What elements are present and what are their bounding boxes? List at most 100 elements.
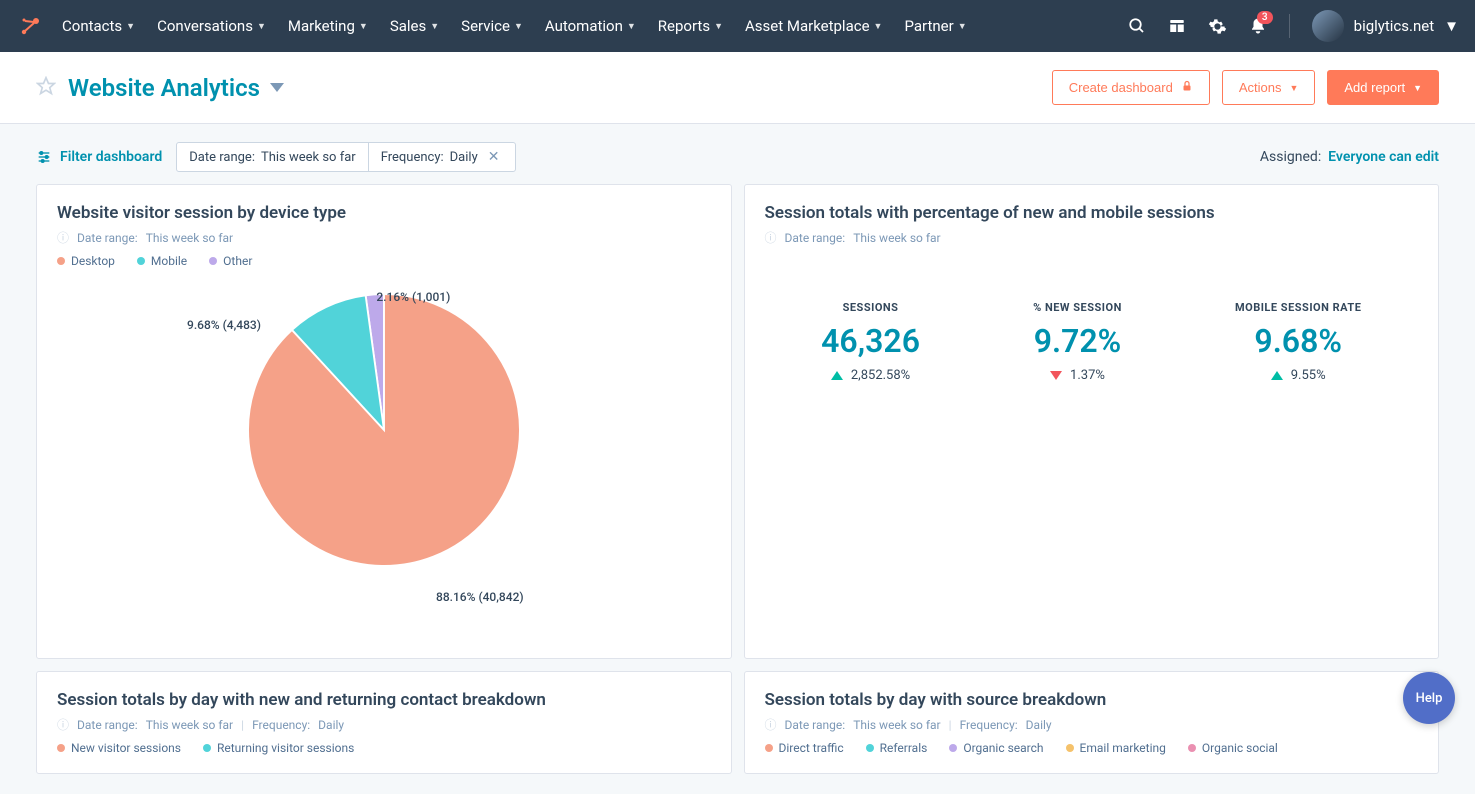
chevron-down-icon bbox=[270, 83, 284, 92]
chip-label: Date range: bbox=[189, 150, 255, 165]
legend-label: Mobile bbox=[151, 254, 187, 268]
dashboard-grid: Website visitor session by device type ⓘ… bbox=[0, 184, 1475, 794]
search-icon[interactable] bbox=[1128, 17, 1146, 35]
chevron-down-icon: ▼ bbox=[1444, 17, 1459, 35]
chevron-down-icon: ▼ bbox=[714, 21, 723, 32]
card-device-type: Website visitor session by device type ⓘ… bbox=[36, 184, 732, 659]
assigned: Assigned: Everyone can edit bbox=[1260, 149, 1439, 165]
separator: | bbox=[241, 718, 244, 732]
dashboard-selector[interactable]: Website Analytics bbox=[68, 74, 284, 102]
legend-item: New visitor sessions bbox=[57, 741, 181, 755]
legend-item: Referrals bbox=[866, 741, 928, 755]
card-meta: ⓘ Date range: This week so far bbox=[765, 229, 1419, 246]
nav-conversations[interactable]: Conversations▼ bbox=[157, 17, 266, 35]
kpi-new-session: % NEW SESSION 9.72% 1.37% bbox=[1033, 301, 1122, 383]
delta-value: 9.55% bbox=[1291, 368, 1326, 383]
legend: Desktop Mobile Other bbox=[57, 254, 711, 268]
actions-button[interactable]: Actions ▼ bbox=[1222, 70, 1316, 105]
meta-value: Daily bbox=[1026, 718, 1052, 732]
nav-marketing[interactable]: Marketing▼ bbox=[288, 17, 368, 35]
legend-dot bbox=[203, 744, 211, 752]
card-sessions-by-day-source: Session totals by day with source breakd… bbox=[744, 671, 1440, 774]
kpi-label: MOBILE SESSION RATE bbox=[1235, 301, 1361, 314]
hubspot-logo[interactable] bbox=[16, 12, 44, 40]
meta-value: This week so far bbox=[853, 231, 940, 245]
info-icon[interactable]: ⓘ bbox=[57, 716, 69, 733]
close-icon[interactable]: ✕ bbox=[484, 149, 504, 165]
legend-dot bbox=[57, 257, 65, 265]
frequency-chip[interactable]: Frequency: Daily ✕ bbox=[368, 143, 516, 171]
nav-label: Asset Marketplace bbox=[745, 17, 870, 35]
info-icon[interactable]: ⓘ bbox=[765, 229, 777, 246]
assigned-label: Assigned: bbox=[1260, 149, 1321, 165]
chevron-down-icon: ▼ bbox=[627, 21, 636, 32]
create-dashboard-button[interactable]: Create dashboard bbox=[1052, 70, 1210, 105]
star-icon[interactable] bbox=[36, 76, 56, 100]
meta-label: Date range: bbox=[77, 718, 138, 732]
meta-label: Date range: bbox=[785, 231, 846, 245]
marketplace-icon[interactable] bbox=[1168, 17, 1186, 35]
legend-dot bbox=[949, 744, 957, 752]
add-report-button[interactable]: Add report ▼ bbox=[1327, 70, 1439, 105]
title-wrap: Website Analytics bbox=[36, 74, 284, 102]
chip-value: Daily bbox=[450, 150, 478, 165]
help-button[interactable]: Help bbox=[1403, 672, 1455, 724]
settings-icon[interactable] bbox=[1208, 17, 1227, 36]
filter-dashboard-button[interactable]: Filter dashboard bbox=[36, 149, 162, 165]
kpi-sessions: SESSIONS 46,326 2,852.58% bbox=[821, 301, 920, 383]
meta-label: Date range: bbox=[785, 718, 846, 732]
nav-label: Marketing bbox=[288, 17, 355, 35]
kpi-delta: 2,852.58% bbox=[821, 368, 920, 383]
legend-dot bbox=[209, 257, 217, 265]
info-icon[interactable]: ⓘ bbox=[765, 716, 777, 733]
account-name: biglytics.net bbox=[1354, 17, 1435, 35]
chevron-down-icon: ▼ bbox=[958, 21, 967, 32]
legend-item: Desktop bbox=[57, 254, 115, 268]
notifications-icon[interactable]: 3 bbox=[1249, 17, 1267, 35]
nav-service[interactable]: Service ▼ bbox=[461, 17, 523, 35]
legend-item: Other bbox=[209, 254, 252, 268]
nav-label: Service bbox=[461, 17, 510, 35]
legend-label: New visitor sessions bbox=[71, 741, 181, 755]
nav-items: Contacts▼ Conversations▼ Marketing▼ Sale… bbox=[62, 17, 1128, 35]
legend-dot bbox=[137, 257, 145, 265]
legend-dot bbox=[866, 744, 874, 752]
page-title-text: Website Analytics bbox=[68, 74, 260, 102]
nav-reports[interactable]: Reports▼ bbox=[658, 17, 723, 35]
account-menu[interactable]: biglytics.net ▼ bbox=[1312, 10, 1459, 42]
pie-chart: 2.16% (1,001) 9.68% (4,483) 88.16% (40,8… bbox=[57, 280, 711, 640]
nav-partner[interactable]: Partner▼ bbox=[904, 17, 966, 35]
header-actions: Create dashboard Actions ▼ Add report ▼ bbox=[1052, 70, 1439, 105]
meta-label: Frequency: bbox=[252, 718, 310, 732]
nav-label: Contacts bbox=[62, 17, 122, 35]
lock-icon bbox=[1181, 80, 1193, 95]
nav-asset-marketplace[interactable]: Asset Marketplace▼ bbox=[745, 17, 882, 35]
button-label: Add report bbox=[1344, 80, 1405, 95]
legend: New visitor sessions Returning visitor s… bbox=[57, 741, 711, 755]
legend-label: Organic social bbox=[1202, 741, 1278, 755]
meta-value: Daily bbox=[318, 718, 344, 732]
nav-label: Sales bbox=[390, 17, 426, 35]
nav-contacts[interactable]: Contacts ▼ bbox=[62, 17, 135, 35]
kpi-value: 46,326 bbox=[821, 322, 920, 360]
assigned-link[interactable]: Everyone can edit bbox=[1328, 149, 1439, 165]
legend-item: Direct traffic bbox=[765, 741, 844, 755]
filter-left: Filter dashboard Date range: This week s… bbox=[36, 142, 516, 172]
info-icon[interactable]: ⓘ bbox=[57, 229, 69, 246]
nav-automation[interactable]: Automation ▼ bbox=[545, 17, 636, 35]
divider bbox=[1289, 14, 1290, 38]
nav-sales[interactable]: Sales ▼ bbox=[390, 17, 439, 35]
date-range-chip[interactable]: Date range: This week so far bbox=[177, 144, 367, 171]
legend-item: Email marketing bbox=[1066, 741, 1166, 755]
nav-label: Automation bbox=[545, 17, 623, 35]
avatar bbox=[1312, 10, 1344, 42]
nav-right: 3 biglytics.net ▼ bbox=[1128, 10, 1459, 42]
kpi-delta: 1.37% bbox=[1033, 368, 1122, 383]
legend-dot bbox=[1066, 744, 1074, 752]
chevron-down-icon: ▼ bbox=[126, 21, 135, 32]
chevron-down-icon: ▼ bbox=[514, 21, 523, 32]
card-title: Session totals by day with source breakd… bbox=[765, 690, 1419, 710]
chevron-down-icon: ▼ bbox=[430, 21, 439, 32]
triangle-up-icon bbox=[831, 371, 843, 380]
kpi-value: 9.68% bbox=[1235, 322, 1361, 360]
